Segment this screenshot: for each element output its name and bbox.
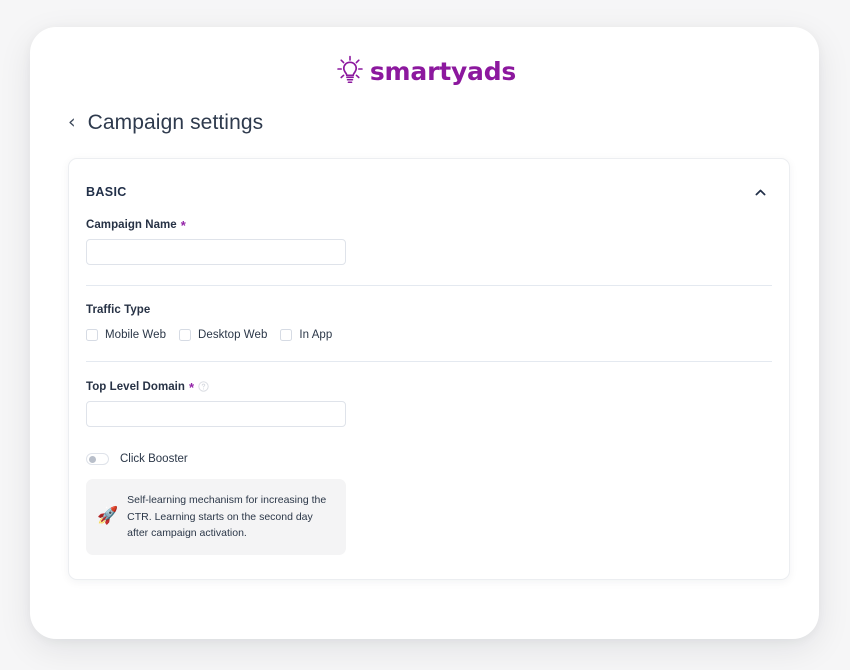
brand-name: smartyads — [370, 59, 516, 84]
click-booster-info-box: 🚀 Self-learning mechanism for increasing… — [86, 479, 346, 555]
checkbox-box-icon[interactable] — [179, 329, 191, 341]
traffic-type-label: Traffic Type — [86, 304, 772, 316]
chevron-up-icon[interactable] — [749, 181, 771, 203]
page-title: Campaign settings — [88, 111, 264, 135]
chevron-left-icon[interactable]: ‹ — [68, 113, 76, 132]
lightbulb-icon — [333, 53, 367, 87]
top-level-domain-label: Top Level Domain * — [86, 380, 772, 393]
top-level-domain-label-text: Top Level Domain — [86, 381, 185, 393]
checkbox-box-icon[interactable] — [280, 329, 292, 341]
checkbox-mobile-web[interactable]: Mobile Web — [86, 329, 166, 341]
section-title: BASIC — [86, 185, 127, 199]
required-asterisk: * — [181, 219, 186, 232]
campaign-name-field-group: Campaign Name * — [86, 203, 772, 265]
brand-logo: smartyads — [30, 27, 819, 89]
campaign-name-label-text: Campaign Name — [86, 219, 177, 231]
switch-knob — [89, 456, 96, 463]
top-level-domain-field-group: Top Level Domain * — [86, 362, 772, 427]
checkbox-desktop-web[interactable]: Desktop Web — [179, 329, 267, 341]
campaign-name-label: Campaign Name * — [86, 218, 772, 231]
campaign-name-input[interactable] — [86, 239, 346, 265]
required-asterisk: * — [189, 381, 194, 394]
traffic-type-label-text: Traffic Type — [86, 304, 150, 316]
click-booster-label: Click Booster — [120, 453, 188, 465]
traffic-type-field-group: Traffic Type Mobile Web Desktop Web In A… — [86, 286, 772, 341]
app-window: smartyads ‹ Campaign settings BASIC Camp… — [30, 27, 819, 639]
click-booster-info-text: Self-learning mechanism for increasing t… — [127, 492, 332, 542]
checkbox-box-icon[interactable] — [86, 329, 98, 341]
basic-section-header: BASIC — [86, 181, 772, 203]
top-level-domain-input[interactable] — [86, 401, 346, 427]
click-booster-switch[interactable] — [86, 453, 109, 465]
click-booster-toggle-row: Click Booster — [86, 453, 772, 465]
help-circle-icon[interactable] — [198, 381, 209, 392]
traffic-type-options: Mobile Web Desktop Web In App — [86, 329, 772, 341]
checkbox-label: Mobile Web — [105, 329, 166, 341]
page-header: ‹ Campaign settings — [30, 89, 819, 135]
basic-settings-card: BASIC Campaign Name * Traffic Type — [68, 158, 790, 580]
checkbox-label: Desktop Web — [198, 329, 267, 341]
checkbox-label: In App — [299, 329, 332, 341]
rocket-icon: 🚀 — [97, 508, 118, 525]
checkbox-in-app[interactable]: In App — [280, 329, 332, 341]
